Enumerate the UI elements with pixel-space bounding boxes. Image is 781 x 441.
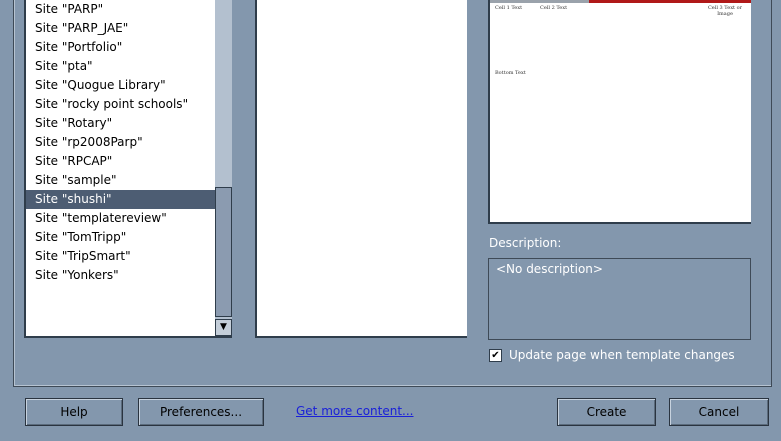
create-button[interactable]: Create: [557, 398, 656, 426]
preview-cell2: Cell 2 Text: [540, 5, 568, 11]
chevron-down-icon: ▼: [220, 322, 227, 332]
site-list-item[interactable]: Site "shushi": [26, 190, 232, 209]
site-list-item[interactable]: Site "RPCAP": [26, 152, 232, 171]
description-value: <No description>: [496, 262, 603, 276]
site-list-item[interactable]: Site "sample": [26, 171, 232, 190]
help-button[interactable]: Help: [25, 398, 123, 426]
update-page-option[interactable]: ✔ Update page when template changes: [489, 348, 735, 362]
get-more-content-link[interactable]: Get more content...: [296, 404, 414, 418]
site-list-item[interactable]: Site "Yonkers": [26, 266, 232, 285]
description-label: Description:: [489, 236, 562, 250]
cancel-button[interactable]: Cancel: [669, 398, 769, 426]
preview-cell3: Cell 3 Text or Image: [707, 5, 743, 17]
description-box: <No description>: [488, 258, 751, 340]
site-list-item[interactable]: Site "Quogue Library": [26, 76, 232, 95]
scroll-down-button[interactable]: ▼: [215, 319, 232, 336]
update-page-label: Update page when template changes: [509, 348, 735, 362]
site-list-item[interactable]: Site "PARP_JAE": [26, 19, 232, 38]
template-preview: Cell 1 Text Cell 2 Text Cell 3 Text or I…: [488, 0, 751, 224]
scroll-thumb[interactable]: [215, 187, 232, 317]
preview-cell1: Cell 1 Text: [495, 5, 523, 11]
site-list[interactable]: Site "PARP" Site "PARP_JAE" Site "Portfoli…: [24, 0, 232, 338]
site-list-item[interactable]: Site "Rotary": [26, 114, 232, 133]
site-list-item[interactable]: Site "rp2008Parp": [26, 133, 232, 152]
site-list-item[interactable]: Site "TripSmart": [26, 247, 232, 266]
checkmark-icon: ✔: [491, 349, 500, 361]
site-list-item[interactable]: Site "templatereview": [26, 209, 232, 228]
preview-accent-bar: [589, 0, 751, 3]
update-page-checkbox[interactable]: ✔: [489, 348, 502, 362]
site-list-items: Site "PARP" Site "PARP_JAE" Site "Portfoli…: [26, 0, 232, 285]
site-list-item[interactable]: Site "TomTripp": [26, 228, 232, 247]
site-list-item[interactable]: Site "PARP": [26, 0, 232, 19]
preview-bottom-text: Bottom Text: [495, 70, 526, 76]
site-list-item[interactable]: Site "rocky point schools": [26, 95, 232, 114]
template-list[interactable]: [255, 0, 467, 338]
site-list-scrollbar[interactable]: ▼: [215, 0, 232, 336]
preferences-button[interactable]: Preferences...: [138, 398, 264, 426]
site-list-item[interactable]: Site "Portfolio": [26, 38, 232, 57]
site-list-item[interactable]: Site "pta": [26, 57, 232, 76]
preview-header-bar: [490, 0, 589, 3]
